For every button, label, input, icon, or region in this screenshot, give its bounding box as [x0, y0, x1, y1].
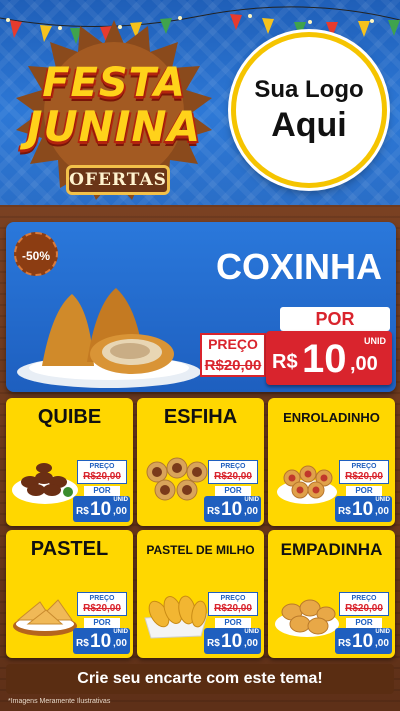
price-decimal: ,00: [113, 638, 127, 649]
por-label: POR: [215, 618, 251, 628]
price-decimal: ,00: [375, 638, 389, 649]
unit-label: UNID: [244, 629, 259, 635]
featured-old-price-tag: PREÇO R$20,00: [200, 333, 266, 377]
old-price-tag: PREÇO R$20,00: [77, 592, 127, 616]
old-price: R$20,00: [345, 471, 383, 482]
price-integer: 10: [352, 499, 374, 520]
unit-label: UNID: [113, 629, 128, 635]
preco-label: PREÇO: [220, 595, 246, 602]
product-card-empadinha[interactable]: EMPADINHA PREÇO R$20,00 POR R$ 10 ,00 UN…: [268, 530, 395, 658]
price-decimal: ,00: [244, 506, 258, 517]
featured-product-name: COXINHA: [215, 246, 382, 287]
price-integer: 10: [221, 631, 243, 652]
currency: R$: [207, 638, 220, 649]
new-price: R$ 10 ,00 UNID: [335, 628, 392, 654]
product-card-esfiha[interactable]: ESFIHA PREÇO R$20,00 POR R$ 10 ,00 UNID: [137, 398, 264, 526]
currency: R$: [76, 506, 89, 517]
old-price: R$20,00: [214, 603, 252, 614]
new-price: R$ 10 ,00 UNID: [73, 496, 130, 522]
unit-label: UNID: [244, 497, 259, 503]
old-price-tag: PREÇO R$20,00: [208, 460, 258, 484]
quibe-image: [12, 463, 78, 504]
product-name: PASTEL DE MILHO: [146, 543, 255, 557]
old-price-tag: PREÇO R$20,00: [208, 592, 258, 616]
new-price: R$ 10 ,00 UNID: [204, 496, 261, 522]
logo-line2: Aqui: [271, 106, 347, 144]
unit-label: UNID: [375, 629, 390, 635]
product-name: EMPADINHA: [280, 540, 383, 559]
pastel-de-milho-image: [144, 595, 208, 639]
product-card-pastel-de-milho[interactable]: PASTEL DE MILHO PREÇO R$20,00 POR R$ 10 …: [137, 530, 264, 658]
product-card-quibe[interactable]: QUIBE PREÇO R$20,00 POR R$ 10 ,00 UNID: [6, 398, 133, 526]
enroladinho-image: [277, 465, 337, 504]
unit-label: UNID: [375, 497, 390, 503]
festa-junina-badge: FESTA JUNINA OFERTAS: [8, 18, 220, 203]
price-integer: 10: [90, 499, 112, 520]
create-flyer-banner[interactable]: Crie seu encarte com este tema!: [6, 664, 394, 694]
discount-badge: -50%: [14, 232, 58, 276]
product-name: PASTEL: [30, 538, 109, 560]
por-label: POR: [215, 486, 251, 496]
pastel-image: [13, 599, 77, 636]
preco-label: PREÇO: [351, 463, 377, 470]
currency: R$: [338, 638, 351, 649]
old-price: R$20,00: [214, 471, 252, 482]
price-decimal: ,00: [244, 638, 258, 649]
product-name: ESFIHA: [163, 406, 238, 428]
price-decimal: ,00: [113, 506, 127, 517]
unit-label: UNID: [113, 497, 128, 503]
por-label: POR: [84, 486, 120, 496]
currency: R$: [272, 351, 298, 373]
old-price-tag: PREÇO R$20,00: [339, 592, 389, 616]
product-card-pastel[interactable]: PASTEL PREÇO R$20,00 POR R$ 10 ,00 UNID: [6, 530, 133, 658]
disclaimer-text: *Imagens Meramente Ilustrativas: [8, 698, 111, 705]
unit-label: UNID: [364, 336, 386, 346]
esfiha-image: [146, 457, 208, 501]
product-card-enroladinho[interactable]: ENROLADINHO PREÇO R$20,00 POR R$ 10 ,00 …: [268, 398, 395, 526]
price-decimal: ,00: [350, 353, 378, 375]
currency: R$: [76, 638, 89, 649]
coxinha-image: [17, 288, 201, 388]
new-price: R$ 10 ,00 UNID: [73, 628, 130, 654]
price-integer: 10: [221, 499, 243, 520]
empadinha-image: [275, 599, 339, 637]
preco-label: PREÇO: [89, 595, 115, 602]
price-integer: 10: [90, 631, 112, 652]
price-decimal: ,00: [375, 506, 389, 517]
new-price: R$ 10 ,00 UNID: [335, 496, 392, 522]
new-price: R$ 10 ,00 UNID: [204, 628, 261, 654]
festa-title-line2: JUNINA: [26, 102, 202, 151]
old-price: R$20,00: [83, 471, 121, 482]
festa-title-line1: FESTA: [42, 60, 186, 106]
price-integer: 10: [352, 631, 374, 652]
por-label: POR: [84, 618, 120, 628]
old-price-tag: PREÇO R$20,00: [339, 460, 389, 484]
preco-label: PREÇO: [351, 595, 377, 602]
logo-line1: Sua Logo: [254, 76, 364, 103]
ofertas-tag: OFERTAS: [66, 165, 170, 195]
logo-placeholder[interactable]: Sua Logo Aqui: [231, 32, 387, 188]
featured-por-label: POR: [280, 307, 390, 331]
product-name: QUIBE: [37, 406, 102, 428]
preco-label: PREÇO: [89, 463, 115, 470]
old-price: R$20,00: [204, 357, 262, 374]
price-integer: 10: [302, 337, 347, 381]
featured-new-price: R$ 10 ,00 UNID: [266, 331, 392, 385]
old-price: R$20,00: [345, 603, 383, 614]
product-name: ENROLADINHO: [283, 410, 380, 425]
currency: R$: [338, 506, 351, 517]
por-label: POR: [346, 618, 382, 628]
currency: R$: [207, 506, 220, 517]
old-price-tag: PREÇO R$20,00: [77, 460, 127, 484]
old-price: R$20,00: [83, 603, 121, 614]
por-label: POR: [346, 486, 382, 496]
preco-label: PREÇO: [208, 336, 258, 352]
header-banner: FESTA JUNINA OFERTAS Sua Logo Aqui: [0, 0, 400, 205]
preco-label: PREÇO: [220, 463, 246, 470]
